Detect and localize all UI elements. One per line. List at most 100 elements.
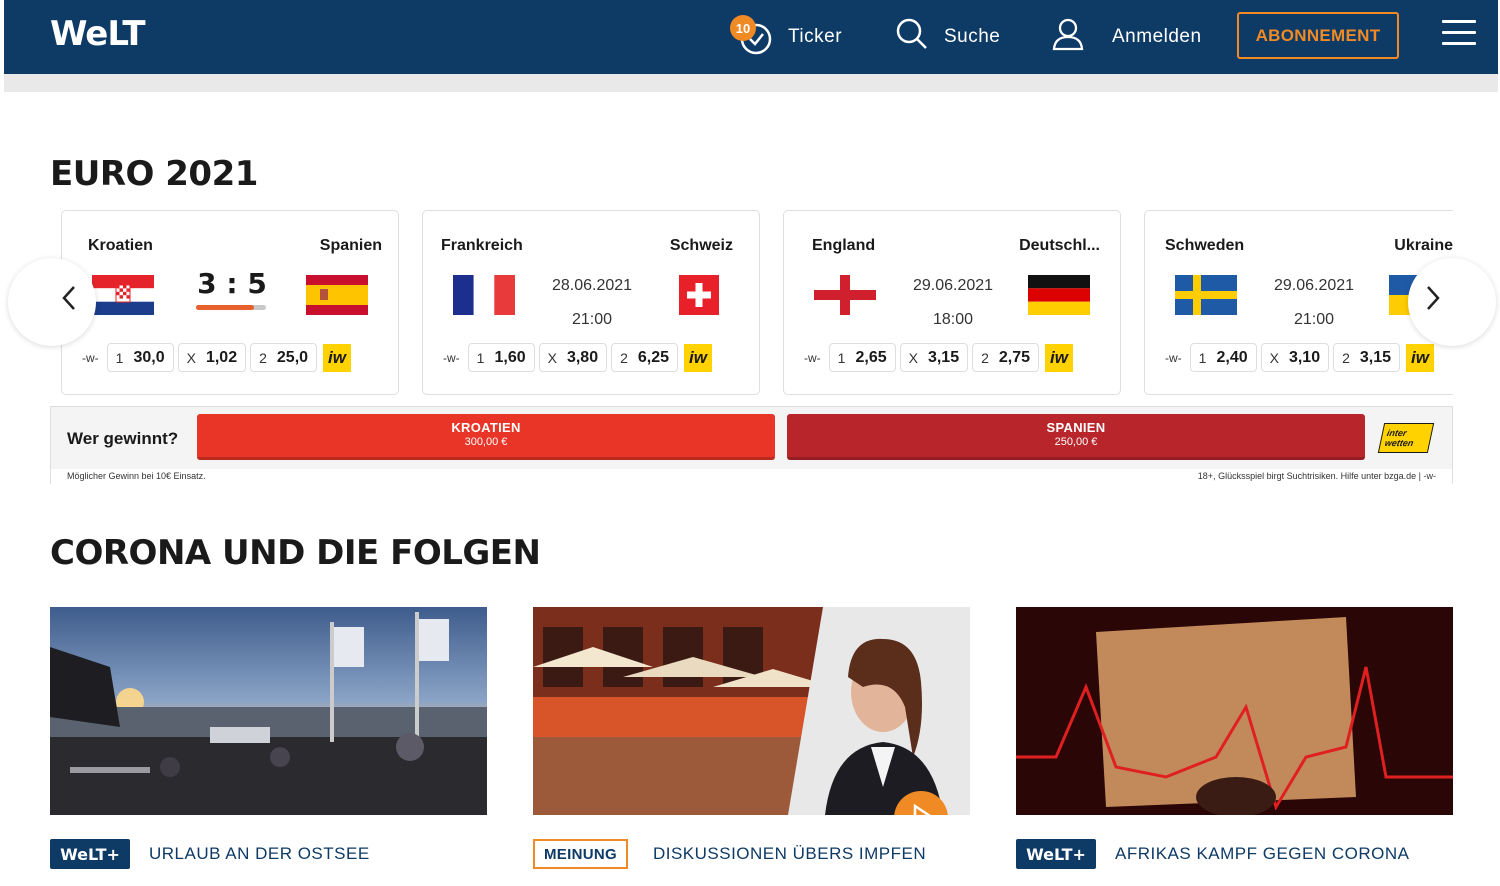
search-icon — [894, 16, 930, 58]
interwetten-icon[interactable]: iw — [684, 343, 713, 372]
odd-home-button[interactable]: 1 2,65 — [828, 343, 896, 372]
odd-home-button[interactable]: 1 2,40 — [1189, 343, 1257, 372]
subscribe-button[interactable]: ABONNEMENT — [1237, 12, 1399, 59]
bet-option-team: SPANIEN — [1046, 420, 1106, 435]
match-card[interactable]: Kroatien Spanien 3 : 5 -w- 130,0 X1,02 — [61, 210, 399, 395]
flag-sweden-icon — [1175, 275, 1237, 315]
odd-draw-button[interactable]: X 3,80 — [538, 343, 608, 372]
odds-provider-mark: -w- — [804, 350, 821, 365]
login-button[interactable]: Anmelden — [1050, 0, 1202, 74]
search-button[interactable]: Suche — [894, 0, 1000, 74]
bet-question: Wer gewinnt? — [67, 429, 179, 448]
odds-row: -w- 1 2,40 X 3,10 2 3,15 iw — [1165, 343, 1435, 372]
interwetten-logo[interactable]: inter wetten — [1377, 423, 1435, 453]
bet-option-amount: 300,00 € — [464, 436, 508, 448]
flag-croatia-icon — [92, 275, 154, 315]
article-image[interactable] — [1016, 607, 1453, 815]
bet-option-amount: 250,00 € — [1054, 436, 1098, 448]
welt-plus-badge: WeLT+ — [1016, 839, 1096, 869]
bet-disclaimer-right: 18+, Glücksspiel birgt Suchtrisiken. Hil… — [1197, 471, 1436, 481]
article-meta: MEINUNG DISKUSSIONEN ÜBERS IMPFEN — [533, 839, 926, 869]
meinung-badge: MEINUNG — [533, 839, 628, 869]
odd-away-button[interactable]: 2 3,15 — [1333, 343, 1401, 372]
sub-nav-bar — [4, 74, 1498, 92]
flag-germany-icon — [1028, 275, 1090, 315]
site-header: WeLT 10 Ticker Suche Anmelden ABONNEMENT — [4, 0, 1498, 74]
match-date: 28.06.2021 — [551, 277, 633, 294]
play-icon — [908, 803, 934, 815]
home-team: England — [812, 237, 876, 254]
match-datetime: 28.06.2021 21:00 — [533, 269, 651, 337]
bet-option-kroatien-button[interactable]: KROATIEN 300,00 € — [197, 414, 775, 460]
match-time: 21:00 — [1293, 311, 1335, 328]
article-title[interactable]: URLAUB AN DER OSTSEE — [149, 844, 370, 864]
interwetten-icon[interactable]: iw — [323, 343, 352, 372]
odds-row: -w- 1 1,60 X 3,80 2 6,25 iw — [443, 343, 713, 372]
flag-france-icon — [453, 275, 515, 315]
chevron-right-icon — [1424, 285, 1442, 319]
interwetten-icon[interactable]: iw — [1045, 343, 1074, 372]
article-title[interactable]: AFRIKAS KAMPF GEGEN CORONA — [1115, 844, 1410, 864]
clock-check-icon: 10 — [730, 15, 774, 59]
match-card[interactable]: Frankreich Schweiz 28.06.2021 21:00 -w- … — [422, 210, 760, 395]
article-teaser[interactable]: MEINUNG DISKUSSIONEN ÜBERS IMPFEN — [533, 607, 970, 869]
welt-logo[interactable]: WeLT — [50, 14, 146, 54]
odds-provider-mark: -w- — [1165, 350, 1182, 365]
bet-disclaimer-left: Möglicher Gewinn bei 10€ Einsatz. — [67, 471, 206, 481]
odd-away-button[interactable]: 2 6,25 — [611, 343, 679, 372]
odd-home-button[interactable]: 1 1,60 — [467, 343, 535, 372]
chevron-left-icon — [60, 285, 78, 319]
article-title[interactable]: DISKUSSIONEN ÜBERS IMPFEN — [653, 844, 926, 864]
article-meta: WeLT+ URLAUB AN DER OSTSEE — [50, 839, 370, 869]
odds-row: -w- 1 30,0 X 1,02 2 25,0 iw — [82, 343, 352, 372]
match-score: 3 : 5 — [197, 267, 267, 300]
match-datetime: 29.06.2021 21:00 — [1255, 269, 1373, 337]
section-title-euro: EURO 2021 — [50, 154, 258, 194]
odds-provider-mark: -w- — [82, 350, 99, 365]
ticker-count-badge: 10 — [730, 15, 756, 41]
carousel-next-button[interactable] — [1408, 258, 1496, 346]
article-meta: WeLT+ AFRIKAS KAMPF GEGEN CORONA — [1016, 839, 1410, 869]
home-team: Kroatien — [88, 237, 153, 254]
odds-row: -w- 1 2,65 X 3,15 2 2,75 iw — [804, 343, 1074, 372]
away-team: Spanien — [319, 237, 382, 254]
odd-away-button[interactable]: 2 25,0 — [250, 343, 318, 372]
article-image[interactable] — [533, 607, 970, 815]
user-icon — [1050, 16, 1086, 58]
match-carousel: Kroatien Spanien 3 : 5 -w- 130,0 X1,02 — [50, 208, 1453, 398]
match-progress-bar — [196, 305, 266, 310]
odd-away-button[interactable]: 2 2,75 — [972, 343, 1040, 372]
home-team: Frankreich — [441, 237, 523, 254]
section-title-corona: CORONA UND DIE FOLGEN — [50, 533, 541, 573]
away-team: Ukraine — [1394, 237, 1453, 254]
interwetten-icon[interactable]: iw — [1406, 343, 1435, 372]
match-card[interactable]: England Deutschl... 29.06.2021 18:00 -w-… — [783, 210, 1121, 395]
flag-switzerland-icon — [679, 275, 719, 315]
odd-home-button[interactable]: 1 30,0 — [106, 343, 174, 372]
match-card[interactable]: Schweden Ukraine 29.06.2021 21:00 -w- 12… — [1144, 210, 1453, 395]
match-time: 18:00 — [932, 311, 974, 328]
login-label: Anmelden — [1112, 26, 1202, 47]
bet-widget: Wer gewinnt? KROATIEN 300,00 € SPANIEN 2… — [50, 406, 1453, 484]
welt-plus-badge: WeLT+ — [50, 839, 130, 869]
flag-england-icon — [814, 275, 876, 315]
article-image[interactable] — [50, 607, 487, 815]
match-date: 29.06.2021 — [1273, 277, 1355, 294]
match-datetime: 29.06.2021 18:00 — [894, 269, 1012, 337]
menu-icon[interactable] — [1442, 20, 1476, 52]
away-team: Deutschl... — [1019, 237, 1100, 254]
odds-provider-mark: -w- — [443, 350, 460, 365]
article-teaser[interactable]: WeLT+ URLAUB AN DER OSTSEE — [50, 607, 487, 869]
odd-draw-button[interactable]: X 1,02 — [177, 343, 247, 372]
bet-option-spanien-button[interactable]: SPANIEN 250,00 € — [787, 414, 1365, 460]
bet-footer: Möglicher Gewinn bei 10€ Einsatz. 18+, G… — [51, 469, 1452, 484]
flag-spain-icon — [306, 275, 368, 315]
odd-draw-button[interactable]: X 3,15 — [899, 343, 969, 372]
match-time: 21:00 — [571, 311, 613, 328]
bet-option-team: KROATIEN — [451, 420, 521, 435]
odd-draw-button[interactable]: X 3,10 — [1260, 343, 1330, 372]
ticker-button[interactable]: 10 Ticker — [730, 0, 842, 74]
carousel-prev-button[interactable] — [8, 258, 96, 346]
article-teaser[interactable]: WeLT+ AFRIKAS KAMPF GEGEN CORONA — [1016, 607, 1453, 869]
away-team: Schweiz — [669, 237, 733, 254]
